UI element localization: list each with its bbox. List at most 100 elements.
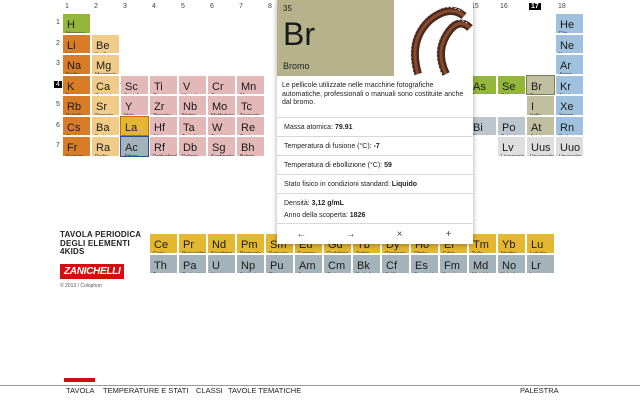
element-symbol: Cm: [328, 259, 346, 272]
element-name: Protoattinio: [182, 272, 206, 273]
tab-temperature-e-stati[interactable]: Temperature e stati: [103, 386, 188, 395]
element-cell-re[interactable]: ReRenio: [236, 115, 265, 136]
element-cell-sg[interactable]: SgSeaborgio: [207, 136, 236, 157]
element-cell-li[interactable]: LiLitio: [62, 33, 91, 54]
element-cell-no[interactable]: NoNobelio: [497, 253, 526, 274]
zanichelli-logo[interactable]: ZANICHELLI: [60, 263, 125, 279]
element-cell-np[interactable]: NpNettunio: [236, 253, 265, 274]
element-cell-h[interactable]: HIdrogeno: [62, 13, 91, 34]
element-symbol: Uuo: [560, 142, 581, 154]
element-cell-es[interactable]: EsEinsteinio: [410, 253, 439, 274]
element-cell-tc[interactable]: TcTecnezio: [236, 95, 265, 116]
element-name: Einsteinio: [414, 272, 436, 273]
card-atomic-number: 35: [283, 4, 292, 13]
element-symbol: Lu: [531, 239, 544, 251]
element-cell-u[interactable]: UUranio: [207, 253, 236, 274]
element-cell-he[interactable]: HeElio: [555, 13, 584, 34]
element-cell-po[interactable]: PoPolonio: [497, 115, 526, 136]
element-cell-uuo[interactable]: UuoUnunoctio: [555, 136, 584, 157]
element-cell-yb[interactable]: YbItterbio: [497, 233, 526, 254]
element-symbol: Se: [502, 80, 516, 93]
element-cell-ba[interactable]: BaBario: [91, 115, 120, 136]
next-arrow-icon[interactable]: →: [326, 223, 375, 244]
element-cell-mg[interactable]: MgMagnesio: [91, 54, 120, 75]
prev-arrow-icon[interactable]: ←: [277, 223, 326, 244]
element-cell-v[interactable]: VVanadio: [178, 74, 207, 95]
element-cell-pr[interactable]: PrPraseodimio: [178, 233, 207, 254]
element-cell-am[interactable]: AmAmericio: [294, 253, 323, 274]
element-cell-i[interactable]: IIodio: [526, 95, 555, 116]
element-cell-la[interactable]: LaLantanio: [120, 115, 149, 136]
element-symbol: Ne: [560, 39, 575, 52]
element-cell-mn[interactable]: MnManganese: [236, 74, 265, 95]
element-cell-fm[interactable]: FmFermio: [439, 253, 468, 274]
property-value: Liquido: [391, 181, 418, 188]
close-icon[interactable]: ×: [375, 223, 424, 244]
tab-tavole-tematiche[interactable]: Tavole tematiche: [228, 386, 301, 395]
group-number: 2: [94, 3, 98, 10]
element-cell-ra[interactable]: RaRadio: [91, 136, 120, 157]
copyright-link[interactable]: © 2013 / Colophon: [60, 283, 180, 289]
element-cell-pu[interactable]: PuPlutonio: [265, 253, 294, 274]
element-cell-y[interactable]: YIttrio: [120, 95, 149, 116]
card-description: Le pellicole utilizzate nelle macchine f…: [282, 82, 464, 106]
element-symbol: Mn: [241, 80, 257, 93]
element-cell-at[interactable]: AtAstato: [526, 115, 555, 136]
element-cell-bk[interactable]: BkBerkelio: [352, 253, 381, 274]
add-icon[interactable]: +: [424, 223, 473, 244]
element-cell-cs[interactable]: CsCesio: [62, 115, 91, 136]
element-symbol: Kr: [560, 80, 571, 93]
element-cell-rn[interactable]: RnRadon: [555, 115, 584, 136]
element-symbol: Cr: [212, 80, 224, 93]
element-cell-na[interactable]: NaSodio: [62, 54, 91, 75]
group-number: 7: [239, 3, 243, 10]
element-cell-br[interactable]: BrBromo: [526, 74, 555, 95]
element-cell-nd[interactable]: NdNeodimio: [207, 233, 236, 254]
element-symbol: Fm: [444, 259, 460, 272]
element-symbol: Ca: [96, 80, 111, 93]
element-cell-pm[interactable]: PmPromezio: [236, 233, 265, 254]
element-cell-ac[interactable]: AcAttinio: [120, 136, 149, 157]
element-cell-ti[interactable]: TiTitanio: [149, 74, 178, 95]
film-reel-icon: [394, 0, 473, 76]
element-cell-bh[interactable]: BhBohrio: [236, 136, 265, 157]
element-cell-sc[interactable]: ScScandio: [120, 74, 149, 95]
tab-palestra[interactable]: Palestra: [520, 386, 559, 395]
element-cell-cr[interactable]: CrCromo: [207, 74, 236, 95]
element-cell-lv[interactable]: LvLivermorio: [497, 136, 526, 157]
element-cell-cm[interactable]: CmCurio: [323, 253, 352, 274]
element-cell-fr[interactable]: FrFrancio: [62, 136, 91, 157]
tab-tavola[interactable]: Tavola: [66, 386, 94, 395]
element-cell-hf[interactable]: HfAfnio: [149, 115, 178, 136]
element-cell-ne[interactable]: NeNeon: [555, 33, 584, 54]
element-cell-uus[interactable]: UusUnunseptio: [526, 136, 555, 157]
element-cell-k[interactable]: KPotassio: [62, 74, 91, 95]
element-symbol: K: [67, 80, 75, 93]
element-cell-db[interactable]: DbDubnio: [178, 136, 207, 157]
element-symbol: Yb: [502, 239, 516, 251]
tab-classi[interactable]: Classi: [196, 386, 223, 395]
element-cell-mo[interactable]: MoMolibdeno: [207, 95, 236, 116]
group-number: 16: [500, 3, 508, 10]
element-cell-kr[interactable]: KrCripton: [555, 74, 584, 95]
element-cell-xe[interactable]: XeXenon: [555, 95, 584, 116]
element-symbol: Ba: [96, 121, 110, 134]
element-cell-rb[interactable]: RbRubidio: [62, 95, 91, 116]
element-cell-md[interactable]: MdMendelevio: [468, 253, 497, 274]
element-cell-be[interactable]: BeBerillio: [91, 33, 120, 54]
element-symbol: Nd: [212, 239, 227, 251]
element-symbol: Bh: [241, 142, 255, 154]
element-cell-pa[interactable]: PaProtoattinio: [178, 253, 207, 274]
element-cell-lr[interactable]: LrLaurenzio: [526, 253, 555, 274]
element-cell-ca[interactable]: CaCalcio: [91, 74, 120, 95]
element-cell-ar[interactable]: ArArgon: [555, 54, 584, 75]
element-cell-zr[interactable]: ZrZirconio: [149, 95, 178, 116]
element-cell-se[interactable]: SeSelenio: [497, 74, 526, 95]
element-cell-w[interactable]: WTungsteno: [207, 115, 236, 136]
element-cell-cf[interactable]: CfCalifornio: [381, 253, 410, 274]
element-cell-rf[interactable]: RfRutherfordio: [149, 136, 178, 157]
element-cell-nb[interactable]: NbNiobio: [178, 95, 207, 116]
element-cell-lu[interactable]: LuLutezio: [526, 233, 555, 254]
element-cell-sr[interactable]: SrStronzio: [91, 95, 120, 116]
element-cell-ta[interactable]: TaTantalio: [178, 115, 207, 136]
